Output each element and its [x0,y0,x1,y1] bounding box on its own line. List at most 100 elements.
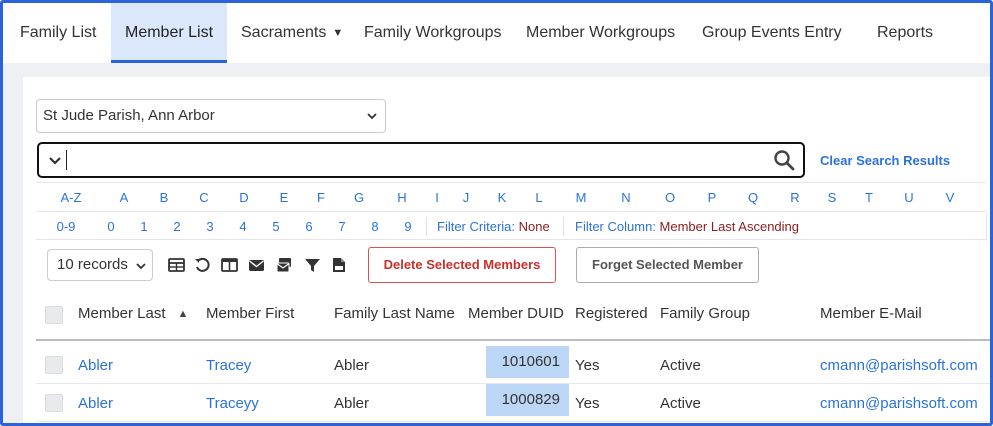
family-group: Active [660,395,701,412]
reset-icon[interactable] [194,257,211,273]
numeric-filter-digit[interactable]: 9 [404,219,411,234]
row-checkbox[interactable] [45,356,63,374]
alpha-filter-letter[interactable]: I [435,190,439,205]
row-checkbox[interactable] [45,394,63,412]
delete-selected-members-button[interactable]: Delete Selected Members [368,247,556,283]
family-last-name: Abler [334,395,370,412]
sort-ascending-icon[interactable]: ▲ [178,308,189,320]
chevron-down-icon [367,113,377,120]
tab-member-list[interactable]: Member List [111,3,227,63]
row-divider [986,212,987,241]
col-header-registered[interactable]: Registered [575,305,648,322]
alpha-filter-letter[interactable]: Q [748,190,758,205]
chevron-down-icon [136,263,146,270]
numeric-filter-digit[interactable]: 2 [173,219,180,234]
select-all-checkbox[interactable] [45,306,63,324]
search-icon[interactable] [773,149,795,171]
tab-member-workgroups[interactable]: Member Workgroups [526,3,675,63]
alpha-filter-letter[interactable]: V [946,190,955,205]
alpha-filter-letter[interactable]: F [317,190,325,205]
numeric-filter-digit[interactable]: 4 [239,219,246,234]
filter-criteria-label: Filter Criteria: [437,219,516,234]
tab-sacraments[interactable]: Sacraments ▼ [241,3,343,63]
table-header: Member Last ▲ Member First Family Last Na… [36,295,990,341]
columns-icon[interactable] [221,257,238,273]
alpha-filter-letter[interactable]: H [397,190,406,205]
alpha-filter-letter[interactable]: J [463,190,470,205]
numeric-filter-digit[interactable]: 6 [305,219,312,234]
alpha-filter-letter[interactable]: P [708,190,717,205]
tab-label: Member Workgroups [526,24,676,41]
member-duid: 1010601 [486,346,569,378]
member-last-link[interactable]: Abler [78,357,113,374]
member-first-link[interactable]: Tracey [206,357,251,374]
parish-select[interactable]: St Jude Parish, Ann Arbor [36,99,386,133]
alpha-filter-letter[interactable]: C [199,190,208,205]
col-header-family-group[interactable]: Family Group [660,305,750,322]
member-search-box[interactable] [37,142,805,178]
alpha-filter-letter[interactable]: B [160,190,169,205]
alpha-filter-row: A-Z A B C D E F G H I J K L M N O P Q R … [36,182,986,211]
records-per-page-select[interactable]: 10 records [47,249,153,281]
alpha-filter-letter[interactable]: R [790,190,799,205]
tab-family-list[interactable]: Family List [20,3,96,63]
app-frame: Family List Member List Sacraments ▼ Fami… [0,0,993,426]
mail-merge-icon[interactable] [276,257,293,273]
alpha-filter-letter[interactable]: L [535,190,542,205]
table-row: Abler Traceyy Abler 1000829 Yes Active c… [36,384,990,422]
search-input[interactable] [71,146,771,174]
caret-down-icon: ▼ [332,27,344,39]
member-duid: 1000829 [486,384,569,416]
col-header-member-email[interactable]: Member E-Mail [820,305,922,322]
numeric-filter-row: 0-9 0 1 2 3 4 5 6 7 8 9 Filter Criteria:… [36,211,987,241]
separator [426,217,427,236]
alpha-filter-az[interactable]: A-Z [61,190,82,205]
alpha-filter-letter[interactable]: A [120,190,129,205]
numeric-filter-digit[interactable]: 8 [371,219,378,234]
alpha-filter-letter[interactable]: K [498,190,507,205]
email-icon[interactable] [248,257,265,273]
forget-selected-member-button[interactable]: Forget Selected Member [576,247,759,283]
tab-label: Member List [124,24,214,41]
tab-label: Reports [877,24,934,41]
tab-group-events-entry[interactable]: Group Events Entry [702,3,842,63]
col-header-family-last-name[interactable]: Family Last Name [334,305,455,322]
family-last-name: Abler [334,357,370,374]
filter-criteria: Filter Criteria: None [437,219,550,234]
numeric-filter-digit[interactable]: 3 [206,219,213,234]
registered-status: Yes [575,357,600,374]
filter-icon[interactable] [304,257,321,273]
alpha-filter-letter[interactable]: T [865,190,873,205]
alpha-filter-letter[interactable]: D [239,190,248,205]
alpha-filter-letter[interactable]: S [828,190,837,205]
export-file-icon[interactable] [330,257,347,273]
member-last-link[interactable]: Abler [78,395,113,412]
numeric-filter-09[interactable]: 0-9 [57,219,76,234]
numeric-filter-digit[interactable]: 0 [107,219,114,234]
numeric-filter-digit[interactable]: 1 [140,219,147,234]
col-header-member-last[interactable]: Member Last ▲ [78,305,188,322]
table-view-icon[interactable] [168,257,185,273]
col-header-member-first[interactable]: Member First [206,305,294,322]
tab-family-workgroups[interactable]: Family Workgroups [364,3,502,63]
alpha-filter-letter[interactable]: M [576,190,587,205]
col-header-label: Member Last [78,305,166,322]
numeric-filter-digit[interactable]: 5 [272,219,279,234]
member-first-link[interactable]: Traceyy [206,395,259,412]
alpha-filter-letter[interactable]: N [621,190,630,205]
alpha-filter-letter[interactable]: U [904,190,913,205]
filter-column: Filter Column: Member Last Ascending [575,219,799,234]
filter-column-value: Member Last Ascending [659,219,800,234]
alpha-filter-letter[interactable]: O [665,190,675,205]
parish-select-value: St Jude Parish, Ann Arbor [43,107,215,124]
alpha-filter-letter[interactable]: E [280,190,289,205]
chevron-down-icon[interactable] [49,154,61,166]
clear-search-results-link[interactable]: Clear Search Results [820,153,950,168]
col-header-member-duid[interactable]: Member DUID [468,305,564,322]
tab-reports[interactable]: Reports [877,3,933,63]
numeric-filter-digit[interactable]: 7 [338,219,345,234]
member-email-link[interactable]: cmann@parishsoft.com [820,357,978,374]
top-nav: Family List Member List Sacraments ▼ Fami… [3,3,990,63]
member-email-link[interactable]: cmann@parishsoft.com [820,395,978,412]
alpha-filter-letter[interactable]: G [354,190,364,205]
